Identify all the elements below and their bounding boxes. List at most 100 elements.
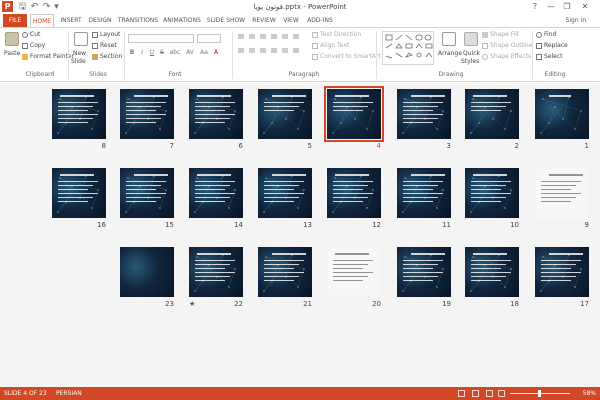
- sign-in-link[interactable]: Sign in: [566, 14, 586, 27]
- slide-thumbnail[interactable]: [465, 247, 519, 297]
- tab-design[interactable]: DESIGN: [87, 14, 113, 27]
- language-indicator[interactable]: PERSIAN: [56, 387, 82, 400]
- slide-thumbnail[interactable]: [535, 247, 589, 297]
- slide-body-text: [58, 189, 88, 190]
- quick-styles-button-2[interactable]: Styles: [461, 58, 479, 66]
- slide-sorter-view-icon[interactable]: [472, 390, 479, 397]
- text-direction-button[interactable]: Text Direction: [312, 31, 361, 39]
- tab-add-ins[interactable]: ADD-INS: [305, 14, 335, 27]
- paste-button[interactable]: Paste: [4, 50, 20, 58]
- slide-body-text: [471, 106, 506, 107]
- slide-title-text: [272, 253, 306, 255]
- shape-outline-button[interactable]: Shape Outline: [482, 42, 532, 50]
- slideshow-view-icon[interactable]: [498, 390, 505, 397]
- help-icon[interactable]: ?: [528, 0, 542, 14]
- minimize-button[interactable]: —: [544, 0, 558, 14]
- slide-body-text: [58, 201, 88, 202]
- slide-thumbnail[interactable]: [189, 89, 243, 139]
- slide-thumbnail[interactable]: [397, 89, 451, 139]
- slide-body-text: [541, 201, 571, 202]
- align-text-button[interactable]: Align Text: [312, 42, 349, 50]
- slide-body-text: [126, 122, 156, 123]
- arrange-icon[interactable]: [442, 32, 456, 46]
- slide-body-text: [471, 102, 511, 103]
- tab-transitions[interactable]: TRANSITIONS: [117, 14, 159, 27]
- font-name-dropdown[interactable]: [128, 34, 194, 43]
- replace-button[interactable]: Replace: [536, 42, 568, 50]
- format-painter-button[interactable]: Format Painter: [22, 53, 74, 61]
- slide-body-text: [264, 189, 294, 190]
- bold-button[interactable]: B: [128, 49, 136, 57]
- shape-fill-button[interactable]: Shape Fill: [482, 31, 519, 39]
- new-slide-label-2[interactable]: Slide: [71, 58, 86, 66]
- cut-button[interactable]: Cut: [22, 31, 40, 39]
- tab-slide-show[interactable]: SLIDE SHOW: [206, 14, 246, 27]
- slide-thumbnail[interactable]: [327, 247, 381, 297]
- quick-styles-button[interactable]: Quick: [463, 50, 480, 58]
- zoom-level[interactable]: 58%: [583, 387, 596, 400]
- slide-thumbnail[interactable]: [120, 89, 174, 139]
- slide-title-text: [411, 174, 445, 176]
- slide-thumbnail[interactable]: [465, 168, 519, 218]
- new-slide-icon[interactable]: [74, 32, 88, 46]
- slide-thumbnail[interactable]: [258, 168, 312, 218]
- shape-effects-button[interactable]: Shape Effects: [482, 53, 531, 61]
- underline-button[interactable]: U: [148, 49, 156, 57]
- paragraph-list-buttons[interactable]: [238, 34, 304, 39]
- transition-star-icon[interactable]: ★: [189, 300, 195, 308]
- slide-thumbnail[interactable]: [324, 86, 384, 142]
- slide-thumbnail[interactable]: [189, 168, 243, 218]
- restore-button[interactable]: ❐: [560, 0, 574, 14]
- zoom-slider-thumb[interactable]: [538, 390, 541, 397]
- reset-button[interactable]: Reset: [92, 42, 117, 50]
- change-case-button[interactable]: Aa: [198, 49, 210, 57]
- copy-button[interactable]: Copy: [22, 42, 45, 50]
- slide-number: 14: [234, 221, 243, 229]
- italic-button[interactable]: I: [138, 49, 146, 57]
- new-slide-label[interactable]: New: [73, 50, 86, 58]
- slide-body-text: [333, 110, 363, 111]
- tab-home[interactable]: HOME: [30, 14, 54, 28]
- slide-body-text: [403, 102, 443, 103]
- slide-body-text: [264, 260, 304, 261]
- slide-body-text: [403, 181, 443, 182]
- slide-thumbnail[interactable]: [327, 168, 381, 218]
- font-size-dropdown[interactable]: [197, 34, 221, 43]
- slide-thumbnail[interactable]: [258, 247, 312, 297]
- reading-view-icon[interactable]: [486, 390, 493, 397]
- slide-number: 1: [584, 142, 589, 150]
- shapes-gallery[interactable]: [382, 31, 434, 65]
- close-button[interactable]: ✕: [578, 0, 592, 14]
- tab-insert[interactable]: INSERT: [58, 14, 84, 27]
- arrange-button[interactable]: Arrange: [438, 50, 462, 58]
- section-label: Section: [100, 53, 123, 60]
- tab-file[interactable]: FILE: [3, 14, 27, 27]
- slide-thumbnail[interactable]: [120, 247, 174, 297]
- slide-thumbnail[interactable]: [535, 168, 589, 218]
- slide-thumbnail[interactable]: [397, 247, 451, 297]
- tab-review[interactable]: REVIEW: [250, 14, 278, 27]
- paste-icon[interactable]: [5, 32, 19, 46]
- character-spacing-button[interactable]: AV: [184, 49, 196, 57]
- convert-smartart-button[interactable]: Convert to SmartArt: [312, 53, 381, 61]
- slide-thumbnail[interactable]: [397, 168, 451, 218]
- slide-thumbnail[interactable]: [52, 168, 106, 218]
- font-color-button[interactable]: A: [212, 49, 220, 57]
- normal-view-icon[interactable]: [458, 390, 465, 397]
- layout-button[interactable]: Layout: [92, 31, 120, 39]
- quick-styles-icon[interactable]: [464, 32, 478, 46]
- paragraph-align-buttons[interactable]: [238, 48, 304, 53]
- slide-thumbnail[interactable]: [535, 89, 589, 139]
- slide-thumbnail[interactable]: [52, 89, 106, 139]
- select-button[interactable]: Select: [536, 53, 563, 61]
- shadow-button[interactable]: abc: [168, 49, 182, 57]
- strikethrough-button[interactable]: S: [158, 49, 166, 57]
- slide-thumbnail[interactable]: [189, 247, 243, 297]
- slide-thumbnail[interactable]: [465, 89, 519, 139]
- slide-thumbnail[interactable]: [120, 168, 174, 218]
- tab-view[interactable]: VIEW: [281, 14, 301, 27]
- tab-animations[interactable]: ANIMATIONS: [162, 14, 202, 27]
- section-button[interactable]: Section: [92, 53, 122, 61]
- slide-thumbnail[interactable]: [258, 89, 312, 139]
- find-button[interactable]: Find: [536, 31, 556, 39]
